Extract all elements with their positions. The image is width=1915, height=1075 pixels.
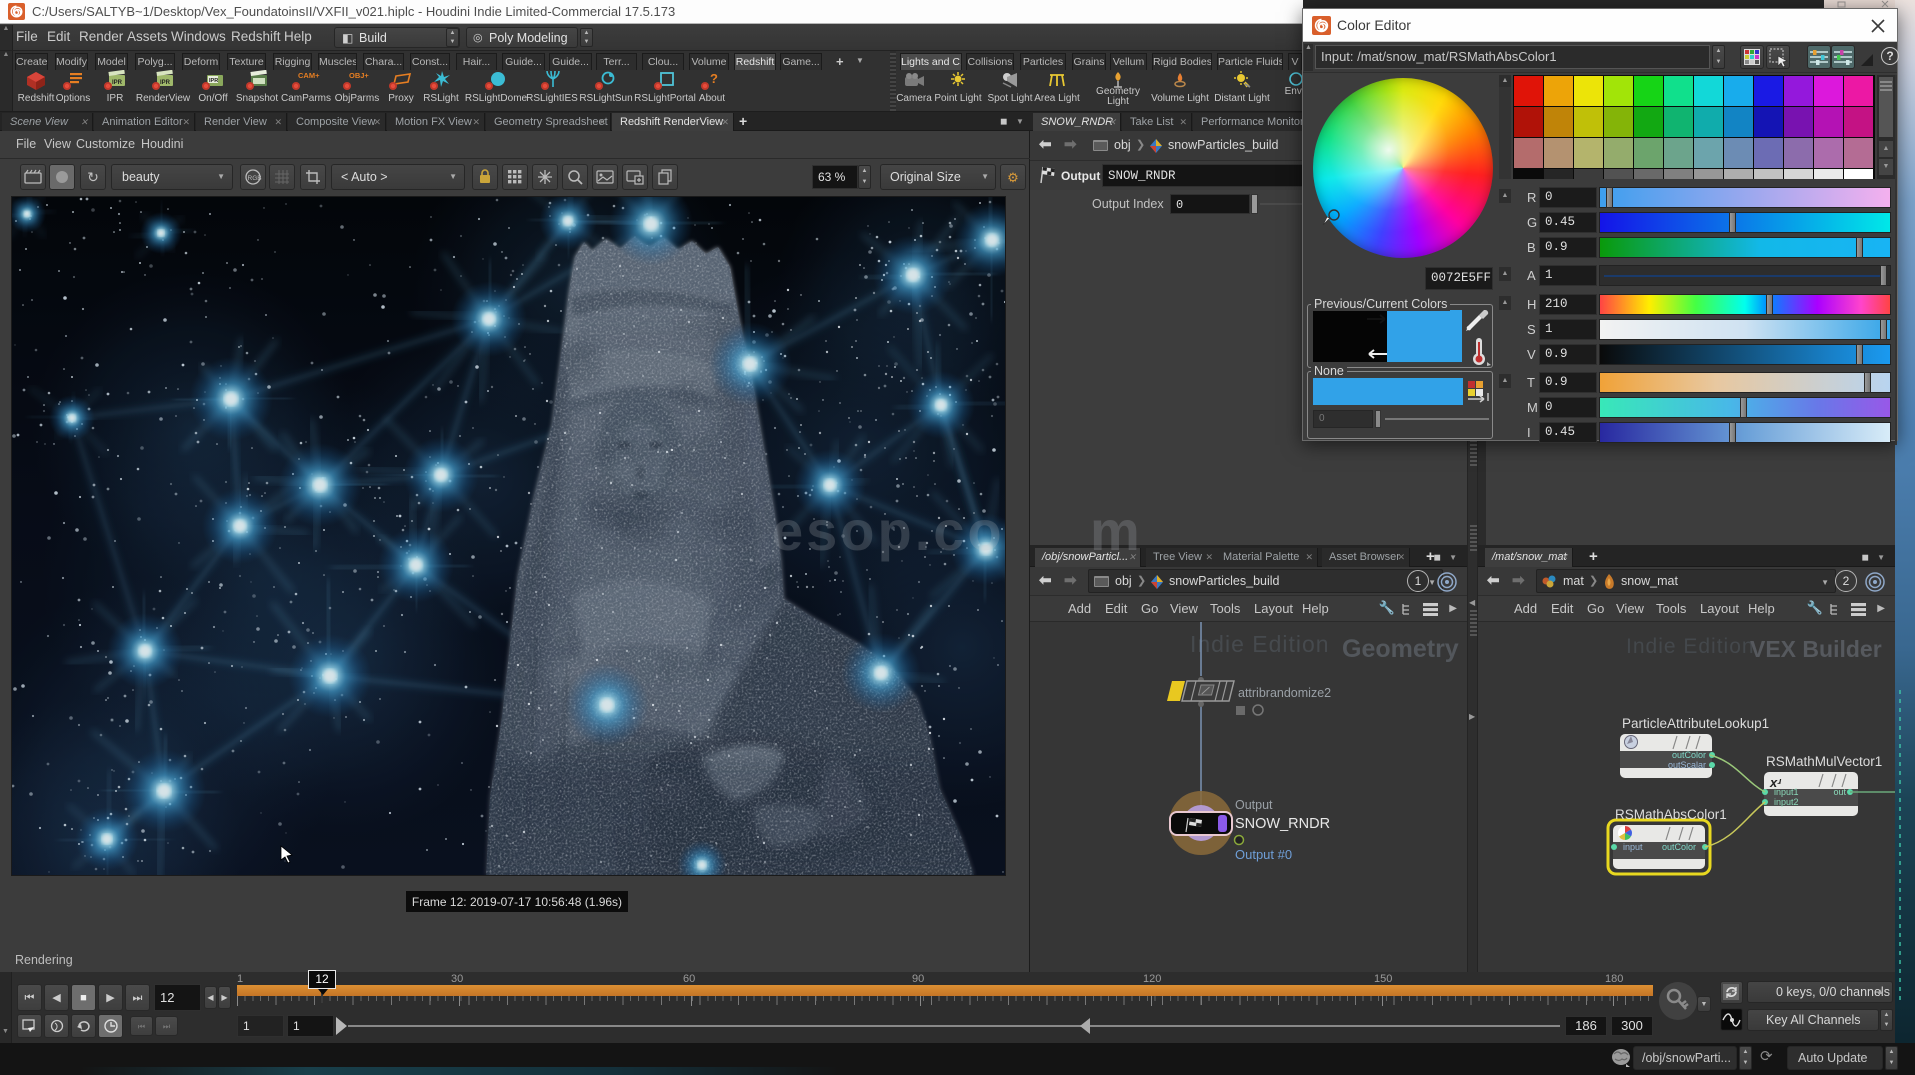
svg-text:RGB: RGB [248,175,262,182]
svg-text:RSMathMulVector1: RSMathMulVector1 [1766,754,1882,769]
svg-text:IPR: IPR [112,80,123,86]
svg-text:input2: input2 [1774,797,1799,807]
svg-text:Output #0: Output #0 [1235,847,1292,862]
svg-text:out: out [1833,787,1846,797]
svg-text:input: input [1623,842,1643,852]
svg-text:attribrandomize2: attribrandomize2 [1238,686,1331,700]
svg-text:RSMathAbsColor1: RSMathAbsColor1 [1615,807,1727,822]
svg-text:?: ? [710,71,718,86]
svg-text:ParticleAttributeLookup1: ParticleAttributeLookup1 [1622,716,1769,731]
svg-text:CAM+: CAM+ [298,71,320,80]
svg-text:Output: Output [1235,798,1273,812]
svg-text:outColor: outColor [1662,842,1696,852]
svg-text:outColor: outColor [1672,750,1706,760]
svg-text:SNOW_RNDR: SNOW_RNDR [1235,816,1330,832]
svg-text:input1: input1 [1774,787,1799,797]
svg-text:IPR: IPR [209,78,218,84]
svg-text:IPR: IPR [160,80,171,86]
svg-text:outScalar: outScalar [1668,760,1706,770]
